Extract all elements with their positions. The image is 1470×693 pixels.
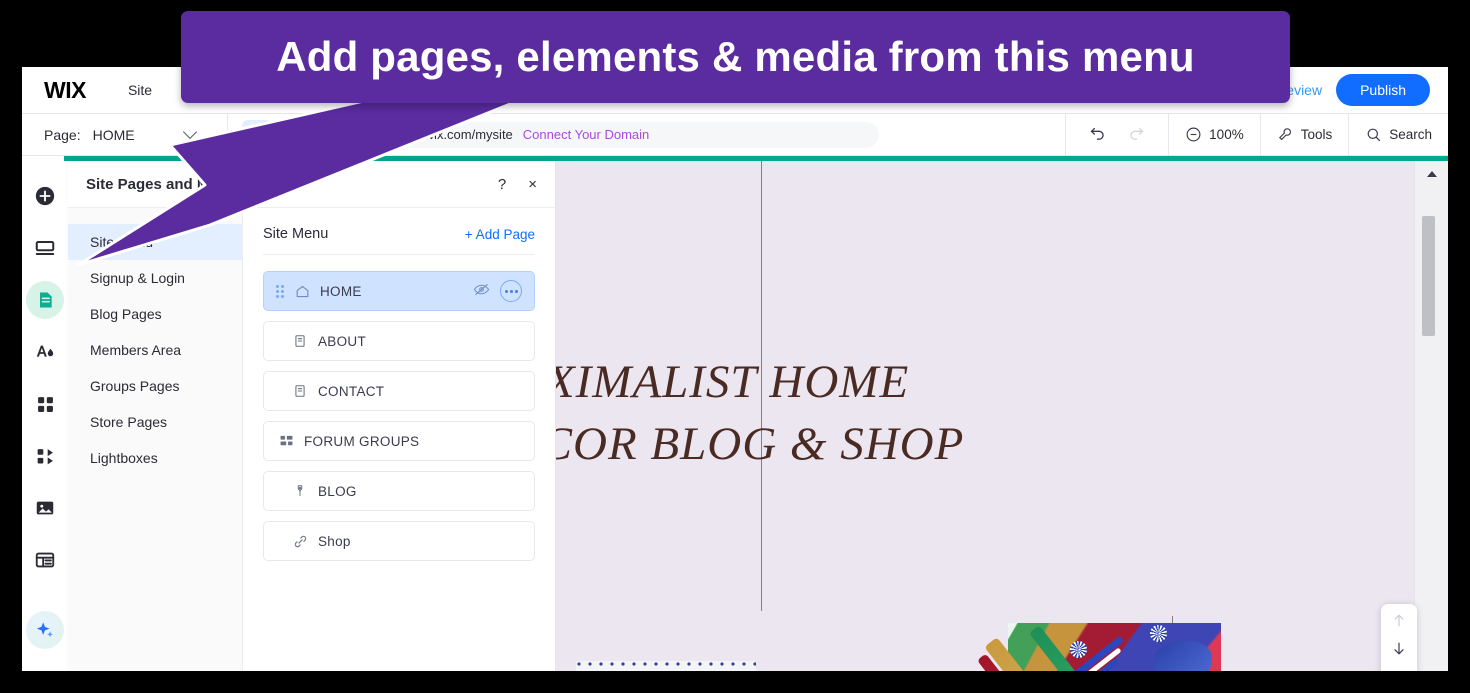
page-label-shop: Shop bbox=[318, 533, 351, 549]
scrollbar-thumb[interactable] bbox=[1422, 216, 1435, 336]
image-blob bbox=[1154, 641, 1212, 671]
blog-pen-icon bbox=[290, 483, 310, 499]
panel-nav-item-blog-pages[interactable]: Blog Pages bbox=[68, 296, 242, 332]
tools-label: Tools bbox=[1300, 127, 1333, 142]
image-ball bbox=[1150, 625, 1167, 642]
publish-button[interactable]: Publish bbox=[1336, 74, 1430, 106]
undo-icon[interactable] bbox=[1088, 123, 1107, 147]
page-row-tools bbox=[473, 280, 522, 302]
canvas-scrollbar[interactable] bbox=[1414, 161, 1448, 671]
site-design-icon[interactable] bbox=[26, 333, 64, 371]
tools-button[interactable]: Tools bbox=[1261, 126, 1349, 143]
page-label-forum-groups: FORUM GROUPS bbox=[304, 433, 420, 449]
topbar-right-group: Preview Publish bbox=[1272, 74, 1448, 106]
canvas-image-abstract[interactable] bbox=[976, 623, 1221, 671]
more-options-icon[interactable] bbox=[500, 280, 522, 302]
page-icon bbox=[290, 334, 310, 348]
ai-assistant-icon[interactable] bbox=[26, 611, 64, 649]
my-business-icon[interactable] bbox=[26, 437, 64, 475]
panel-nav-item-members-area[interactable]: Members Area bbox=[68, 332, 242, 368]
annotation-arrow bbox=[76, 80, 522, 267]
add-elements-icon[interactable] bbox=[26, 177, 64, 215]
link-icon bbox=[290, 534, 310, 549]
page-label-contact: CONTACT bbox=[318, 383, 385, 399]
page-row-shop[interactable]: Shop bbox=[263, 521, 535, 561]
move-up-icon[interactable] bbox=[1387, 612, 1411, 629]
hide-eye-icon[interactable] bbox=[473, 282, 490, 300]
page-label-home: HOME bbox=[320, 283, 362, 299]
zoom-control[interactable]: 100% bbox=[1169, 126, 1260, 143]
media-icon[interactable] bbox=[26, 489, 64, 527]
image-ball bbox=[1070, 641, 1087, 658]
redo-icon bbox=[1127, 123, 1146, 147]
page-icon bbox=[290, 384, 310, 398]
search-button[interactable]: Search bbox=[1349, 126, 1448, 143]
page-label-about: ABOUT bbox=[318, 333, 367, 349]
add-section-icon[interactable] bbox=[26, 229, 64, 267]
cms-icon[interactable] bbox=[26, 541, 64, 579]
zoom-out-icon bbox=[1186, 127, 1201, 142]
annotation-text: Add pages, elements & media from this me… bbox=[276, 33, 1195, 80]
forum-icon bbox=[276, 434, 296, 449]
drag-handle-icon[interactable] bbox=[276, 284, 284, 298]
home-icon bbox=[292, 284, 312, 299]
screenshot-root: WIX Site Settings Preview Publish Page: … bbox=[0, 0, 1470, 693]
move-down-icon[interactable] bbox=[1387, 640, 1411, 657]
scroll-up-arrow-icon[interactable] bbox=[1426, 171, 1437, 177]
pages-menu-icon[interactable] bbox=[26, 281, 64, 319]
page-row-blog[interactable]: BLOG bbox=[263, 471, 535, 511]
apps-icon[interactable] bbox=[26, 385, 64, 423]
floating-element-toolbar bbox=[1381, 604, 1417, 671]
zoom-level-label: 100% bbox=[1209, 127, 1244, 142]
panel-nav-item-groups-pages[interactable]: Groups Pages bbox=[68, 368, 242, 404]
site-canvas[interactable]: MAXIMALIST HOME DECOR BLOG & SHOP bbox=[556, 161, 1414, 671]
page-row-contact[interactable]: CONTACT bbox=[263, 371, 535, 411]
annotation-callout: Add pages, elements & media from this me… bbox=[181, 11, 1290, 103]
page-row-forum-groups[interactable]: FORUM GROUPS bbox=[263, 421, 535, 461]
search-label: Search bbox=[1389, 127, 1432, 142]
page-label-blog: BLOG bbox=[318, 483, 357, 499]
search-icon bbox=[1367, 128, 1381, 142]
wrench-icon bbox=[1278, 128, 1291, 141]
panel-nav-item-lightboxes[interactable]: Lightboxes bbox=[68, 440, 242, 476]
undo-redo-group bbox=[1066, 123, 1168, 147]
panel-nav-item-store-pages[interactable]: Store Pages bbox=[68, 404, 242, 440]
page-row-about[interactable]: ABOUT bbox=[263, 321, 535, 361]
canvas-content: MAXIMALIST HOME DECOR BLOG & SHOP bbox=[556, 161, 1414, 671]
canvas-image-dots[interactable] bbox=[576, 661, 756, 671]
hero-heading: MAXIMALIST HOME DECOR BLOG & SHOP bbox=[556, 356, 965, 471]
